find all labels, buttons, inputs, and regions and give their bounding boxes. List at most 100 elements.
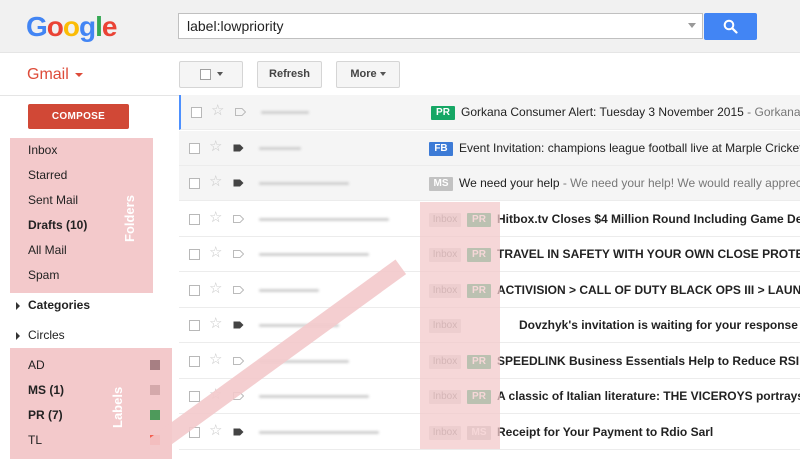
row-checkbox[interactable] [189, 249, 200, 260]
label-tag[interactable]: MS [429, 177, 453, 191]
sidebar-item-circles[interactable]: Circles [16, 328, 65, 342]
email-row[interactable]: ☆ FB Event Invitation: champions league fo… [179, 130, 800, 166]
sender-name-blurred [259, 395, 369, 398]
logo-letter: l [95, 11, 103, 42]
email-subject-line: TRAVEL IN SAFETY WITH YOUR OWN CLOSE PRO… [497, 247, 800, 261]
sender-name-blurred [259, 430, 379, 434]
email-subject-line: Event Invitation: champions league footb… [459, 141, 800, 155]
action-bar: Gmail Refresh More [0, 53, 800, 96]
email-subject-line: Gorkana Consumer Alert: Tuesday 3 Novemb… [461, 105, 800, 119]
folders-annotation: Folders [122, 195, 137, 242]
email-snippet: - We need your help! We would really app… [559, 176, 800, 190]
chevron-down-icon [379, 72, 386, 77]
email-subject: SPEEDLINK Business Essentials Help to Re… [497, 353, 800, 368]
star-icon[interactable]: ☆ [209, 280, 222, 297]
gmail-menu[interactable]: Gmail [27, 66, 83, 84]
email-snippet: - Gorkana Alert [747, 105, 800, 119]
sidebar-item-inbox[interactable]: Inbox [28, 143, 57, 157]
email-subject: TRAVEL IN SAFETY WITH YOUR OWN CLOSE PRO… [497, 247, 800, 261]
star-icon[interactable]: ☆ [209, 138, 222, 155]
importance-marker-icon[interactable] [233, 428, 244, 436]
importance-marker-icon[interactable] [233, 214, 244, 223]
search-box [178, 13, 703, 39]
importance-marker-icon[interactable] [233, 285, 244, 294]
star-icon[interactable]: ☆ [209, 245, 222, 261]
email-subject: Gorkana Consumer Alert: Tuesday 3 Novemb… [461, 105, 744, 119]
email-subject-line: Receipt for Your Payment to Rdio Sarl [497, 425, 713, 439]
select-checkbox[interactable] [199, 68, 211, 80]
google-logo[interactable]: Google [26, 11, 118, 43]
search-options-caret[interactable] [688, 23, 696, 28]
sidebar-item-sent[interactable]: Sent Mail [28, 193, 78, 207]
star-icon[interactable]: ☆ [209, 422, 222, 439]
row-checkbox[interactable] [189, 355, 200, 367]
logo-letter: G [26, 11, 48, 42]
email-subject: A classic of Italian literature: THE VIC… [497, 389, 800, 403]
email-row[interactable]: ☆ PR Gorkana Consumer Alert: Tuesday 3 Nov… [179, 95, 800, 130]
label-color-swatch[interactable] [150, 360, 160, 370]
row-checkbox[interactable] [189, 213, 200, 225]
label-tag[interactable]: FB [429, 141, 453, 156]
chevron-down-icon [74, 72, 83, 77]
sidebar-label-ms[interactable]: MS (1) [28, 383, 64, 397]
sidebar-item-starred[interactable]: Starred [28, 168, 67, 182]
compose-button[interactable]: COMPOSE [28, 104, 129, 129]
top-bar: Google [0, 0, 800, 53]
email-subject: ACTIVISION > CALL OF DUTY BLACK OPS III … [497, 282, 800, 297]
email-subject-line: Dovzhyk's invitation is waiting for your… [519, 318, 800, 332]
sidebar-label-tl[interactable]: TL [28, 433, 42, 447]
sidebar-item-drafts[interactable]: Drafts (10) [28, 218, 87, 232]
importance-marker-icon[interactable] [235, 108, 246, 116]
importance-marker-icon[interactable] [233, 321, 244, 329]
search-icon [723, 19, 738, 34]
email-subject-line: ACTIVISION > CALL OF DUTY BLACK OPS III … [497, 283, 800, 297]
sidebar-item-categories[interactable]: Categories [16, 298, 90, 312]
email-subject-line: A classic of Italian literature: THE VIC… [497, 389, 800, 403]
label-color-swatch[interactable] [150, 385, 160, 395]
importance-marker-icon[interactable] [233, 179, 244, 187]
chevron-down-icon [216, 72, 223, 77]
refresh-button[interactable]: Refresh [257, 61, 322, 88]
search-button[interactable] [704, 13, 757, 40]
row-checkbox[interactable] [189, 320, 200, 331]
star-icon[interactable]: ☆ [209, 174, 222, 190]
sender-name-blurred [259, 146, 301, 150]
more-label: More [350, 68, 377, 80]
row-checkbox[interactable] [191, 107, 202, 118]
labels-annotation: Labels [110, 386, 125, 428]
importance-marker-icon[interactable] [233, 250, 244, 258]
importance-marker-icon[interactable] [233, 356, 244, 365]
sidebar-label-ad[interactable]: AD [28, 358, 45, 372]
email-subject: Receipt for Your Payment to Rdio Sarl [497, 424, 714, 439]
gmail-menu-label: Gmail [27, 66, 69, 83]
sidebar-item-spam[interactable]: Spam [28, 268, 59, 282]
logo-letter: o [62, 11, 80, 42]
sender-name-blurred [259, 182, 349, 185]
email-subject-line: Hitbox.tv Closes $4 Million Round Includ… [497, 212, 800, 226]
row-checkbox[interactable] [189, 391, 200, 402]
circles-label: Circles [28, 328, 65, 342]
star-icon[interactable]: ☆ [209, 316, 222, 332]
row-checkbox[interactable] [189, 178, 200, 189]
sender-name-blurred [259, 288, 319, 292]
star-icon[interactable]: ☆ [211, 103, 224, 119]
sidebar-item-all-mail[interactable]: All Mail [28, 243, 67, 257]
star-icon[interactable]: ☆ [209, 209, 222, 226]
email-row[interactable]: ☆ MS We need your help - We need your help… [179, 166, 800, 201]
logo-letter: g [79, 11, 96, 42]
importance-marker-icon[interactable] [233, 144, 244, 152]
sender-name-blurred [259, 217, 389, 221]
star-icon[interactable]: ☆ [209, 351, 222, 368]
expand-arrow-icon [16, 301, 20, 310]
search-input[interactable] [179, 14, 700, 38]
label-tag[interactable]: PR [431, 106, 455, 120]
row-checkbox[interactable] [189, 284, 200, 296]
label-color-swatch[interactable] [150, 410, 160, 420]
sender-name-blurred [259, 253, 369, 256]
logo-letter: o [46, 11, 64, 42]
logo-letter: e [101, 11, 118, 42]
sidebar-label-pr[interactable]: PR (7) [28, 408, 63, 422]
more-button[interactable]: More [336, 61, 400, 88]
row-checkbox[interactable] [189, 142, 200, 154]
select-all-button[interactable] [179, 61, 243, 88]
